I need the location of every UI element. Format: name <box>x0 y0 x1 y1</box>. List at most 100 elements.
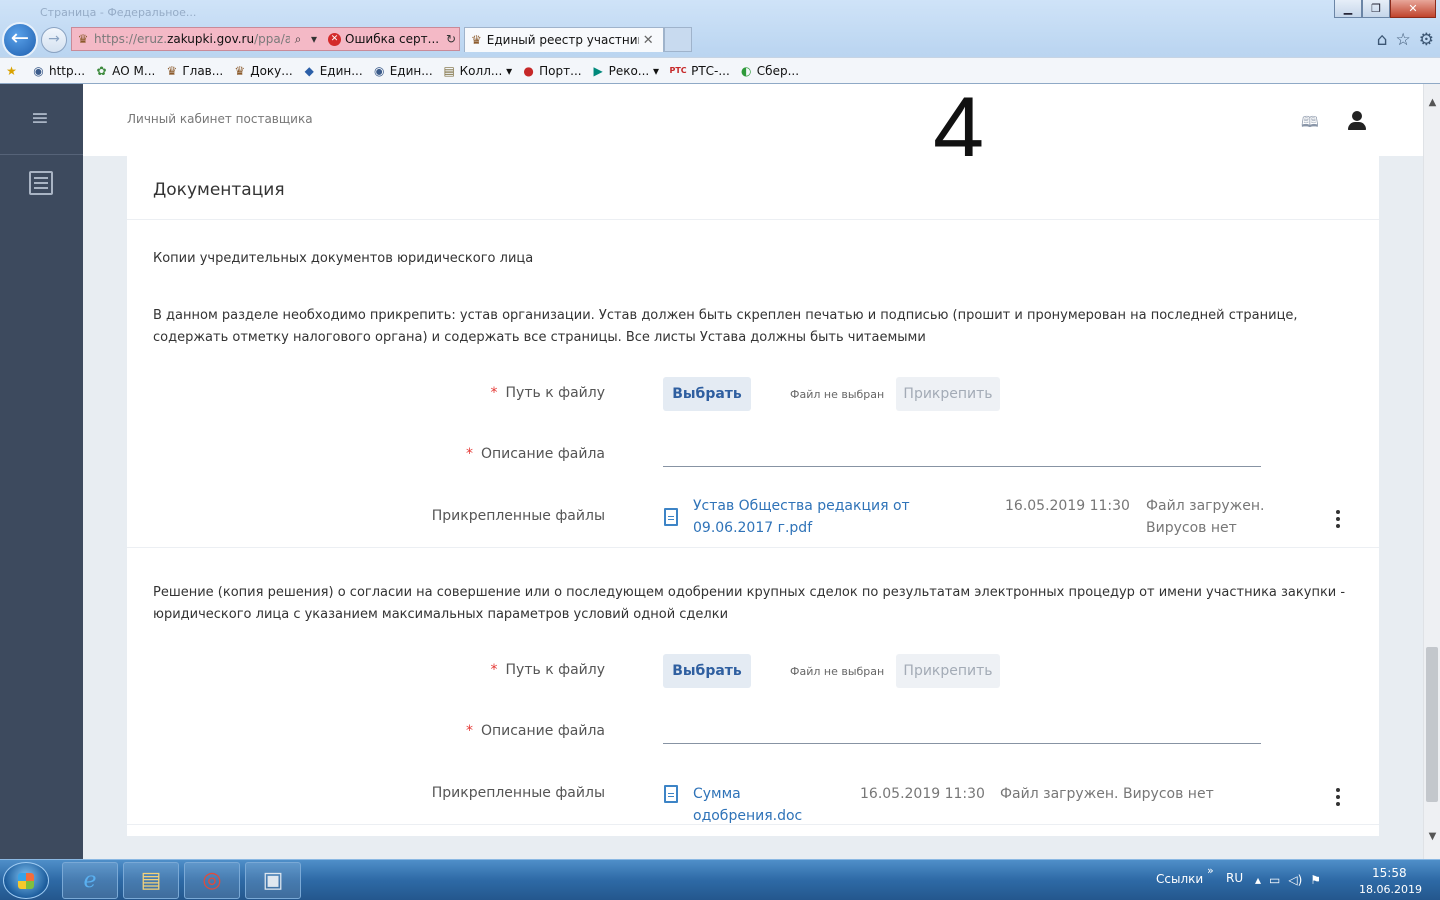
taskbar-ie[interactable]: ℯ <box>62 862 118 899</box>
folder-icon: ▤ <box>140 868 162 893</box>
no-file-selected-text: Файл не выбран <box>790 388 885 401</box>
scroll-down-icon[interactable]: ▼ <box>1424 828 1440 845</box>
network-icon[interactable]: ▭ <box>1269 873 1280 887</box>
internet-explorer-icon: ℯ <box>83 868 97 893</box>
favorite-item-7[interactable]: ▤ Колл... ▾ <box>442 64 512 78</box>
taskbar-links[interactable]: Ссылки <box>1156 872 1203 886</box>
browser-tools: ⌂ ☆ ⚙ <box>1377 30 1434 50</box>
flag-alert-icon[interactable]: ⚑ <box>1310 873 1321 887</box>
more-options-icon[interactable] <box>1336 788 1340 806</box>
file-document-icon <box>664 508 678 526</box>
start-button[interactable] <box>3 862 49 899</box>
search-icon[interactable]: ⌕ <box>290 32 306 47</box>
certificate-error-icon[interactable]: ✕ <box>328 32 341 46</box>
system-tray: ▴ ▭ ◁) ⚑ <box>1255 873 1321 887</box>
attached-file-link[interactable]: Устав Общества редакция от 09.06.2017 г.… <box>693 495 983 539</box>
more-options-icon[interactable] <box>1336 510 1340 528</box>
minimize-button[interactable]: ▁ <box>1334 0 1362 18</box>
chevron-down-icon[interactable]: ▾ <box>649 64 659 78</box>
address-url[interactable]: https://eruz.zakupki.gov.ru/ppa/app/... <box>94 32 290 46</box>
browser-tab-active[interactable]: ♛ Единый реестр участнико... ✕ <box>464 27 664 52</box>
new-tab-button[interactable] <box>664 27 692 52</box>
maximize-button[interactable]: ❐ <box>1362 0 1390 18</box>
required-mark: * <box>465 723 473 739</box>
forward-button[interactable]: → <box>41 27 67 53</box>
scroll-up-icon[interactable]: ▲ <box>1424 94 1440 111</box>
emblem-icon: ♛ <box>166 63 178 78</box>
file-description-label: * Описание файла <box>465 723 605 739</box>
back-button[interactable]: ← <box>2 22 38 58</box>
favorite-item-5[interactable]: ◆ Един... <box>302 64 363 78</box>
monitor-icon: ▣ <box>262 868 284 893</box>
attached-file-link[interactable]: Сумма одобрения.doc <box>693 783 853 827</box>
favorite-item-1[interactable]: ◉ http... <box>31 64 85 78</box>
close-window-button[interactable]: ✕ <box>1390 0 1436 18</box>
volume-icon[interactable]: ◁) <box>1288 873 1302 887</box>
taskbar-chrome[interactable]: ◎ <box>184 862 240 899</box>
hamburger-menu-icon[interactable]: ≡ <box>26 108 54 130</box>
settings-gear-icon[interactable]: ⚙ <box>1419 30 1434 50</box>
favorite-item-3[interactable]: ♛ Глав... <box>164 64 223 78</box>
arrow-left-icon: ← <box>10 26 30 51</box>
choose-file-button[interactable]: Выбрать <box>663 377 751 411</box>
clock-time[interactable]: 15:58 <box>1372 866 1407 880</box>
block-description: В данном разделе необходимо прикрепить: … <box>153 308 1298 345</box>
attached-file-status: Файл загружен. Вирусов нет <box>1146 498 1265 536</box>
required-mark: * <box>490 662 498 678</box>
documentation-card: Документация Копии учредительных докумен… <box>127 156 1379 836</box>
section-title: Документация <box>153 180 285 200</box>
tab-emblem-icon: ♛ <box>471 33 482 47</box>
attached-file-status: Файл загружен. Вирусов нет <box>1000 786 1214 802</box>
favorites-star-icon[interactable]: ☆ <box>1396 30 1411 50</box>
chevron-down-icon[interactable]: ▾ <box>502 64 512 78</box>
taskbar-explorer[interactable]: ▤ <box>123 862 179 899</box>
required-mark: * <box>465 446 473 462</box>
file-description-label: * Описание файла <box>465 446 605 462</box>
block-divider <box>127 547 1379 548</box>
rts-icon: РТС <box>669 66 687 75</box>
home-icon[interactable]: ⌂ <box>1377 30 1388 50</box>
left-sidebar: ≡ <box>0 84 83 859</box>
required-mark: * <box>490 385 498 401</box>
block-description: Решение (копия решения) о согласии на со… <box>153 585 1346 622</box>
dropdown-arrow-icon[interactable]: ▾ <box>306 32 322 46</box>
arrow-right-icon: → <box>48 31 60 47</box>
address-bar[interactable]: ♛ https://eruz.zakupki.gov.ru/ppa/app/..… <box>71 27 460 51</box>
user-account-icon[interactable] <box>1347 109 1367 131</box>
file-description-input[interactable] <box>663 743 1261 744</box>
certificate-error-text[interactable]: Ошибка серт... <box>345 32 443 46</box>
tab-title: Единый реестр участнико... <box>486 33 639 47</box>
windows-taskbar: ℯ ▤ ◎ ▣ Ссылки » RU ▴ ▭ ◁) ⚑ 15:58 18.06… <box>0 859 1440 900</box>
scrollbar-thumb[interactable] <box>1426 647 1438 802</box>
favorite-item-6[interactable]: ◉ Един... <box>372 64 433 78</box>
refresh-icon[interactable]: ↻ <box>443 32 459 46</box>
tray-expand-icon[interactable]: ▴ <box>1255 873 1261 887</box>
no-file-selected-text: Файл не выбран <box>790 665 885 678</box>
attach-button[interactable]: Прикрепить <box>896 654 1000 688</box>
page-header: Личный кабинет поставщика 4 🕮 <box>83 84 1423 176</box>
tab-close-icon[interactable]: ✕ <box>643 33 654 48</box>
favorite-item-2[interactable]: ✿ АО М... <box>94 64 156 78</box>
window-controls: ▁ ❐ ✕ <box>1334 0 1436 18</box>
documents-list-icon[interactable] <box>29 171 53 195</box>
links-expand-icon[interactable]: » <box>1207 864 1214 877</box>
cabinet-title: Личный кабинет поставщика <box>127 112 313 126</box>
favorite-item-10[interactable]: РТС РТС-... <box>668 64 729 78</box>
clock-date[interactable]: 18.06.2019 <box>1359 883 1422 896</box>
manual-book-icon[interactable]: 🕮 <box>1301 112 1323 131</box>
attach-button[interactable]: Прикрепить <box>896 377 1000 411</box>
taskbar-app[interactable]: ▣ <box>245 862 301 899</box>
page-scrollbar[interactable]: ▲ ▼ <box>1423 84 1440 859</box>
address-domain: zakupki.gov.ru <box>167 32 255 46</box>
favorite-item-4[interactable]: ♛ Доку... <box>232 64 292 78</box>
file-description-input[interactable] <box>663 466 1261 467</box>
file-path-label: * Путь к файлу <box>490 662 605 678</box>
choose-file-button[interactable]: Выбрать <box>663 654 751 688</box>
block-divider <box>127 824 1379 825</box>
favorite-item-8[interactable]: ● Порт... <box>521 64 581 78</box>
flag-icon: ● <box>523 63 534 78</box>
favorite-item-9[interactable]: ▶ Реко... ▾ <box>591 64 659 78</box>
favorite-item-11[interactable]: ◐ Сбер... <box>739 64 799 78</box>
favorites-star-add-icon[interactable]: ★ <box>4 64 22 78</box>
language-indicator[interactable]: RU <box>1226 871 1243 885</box>
